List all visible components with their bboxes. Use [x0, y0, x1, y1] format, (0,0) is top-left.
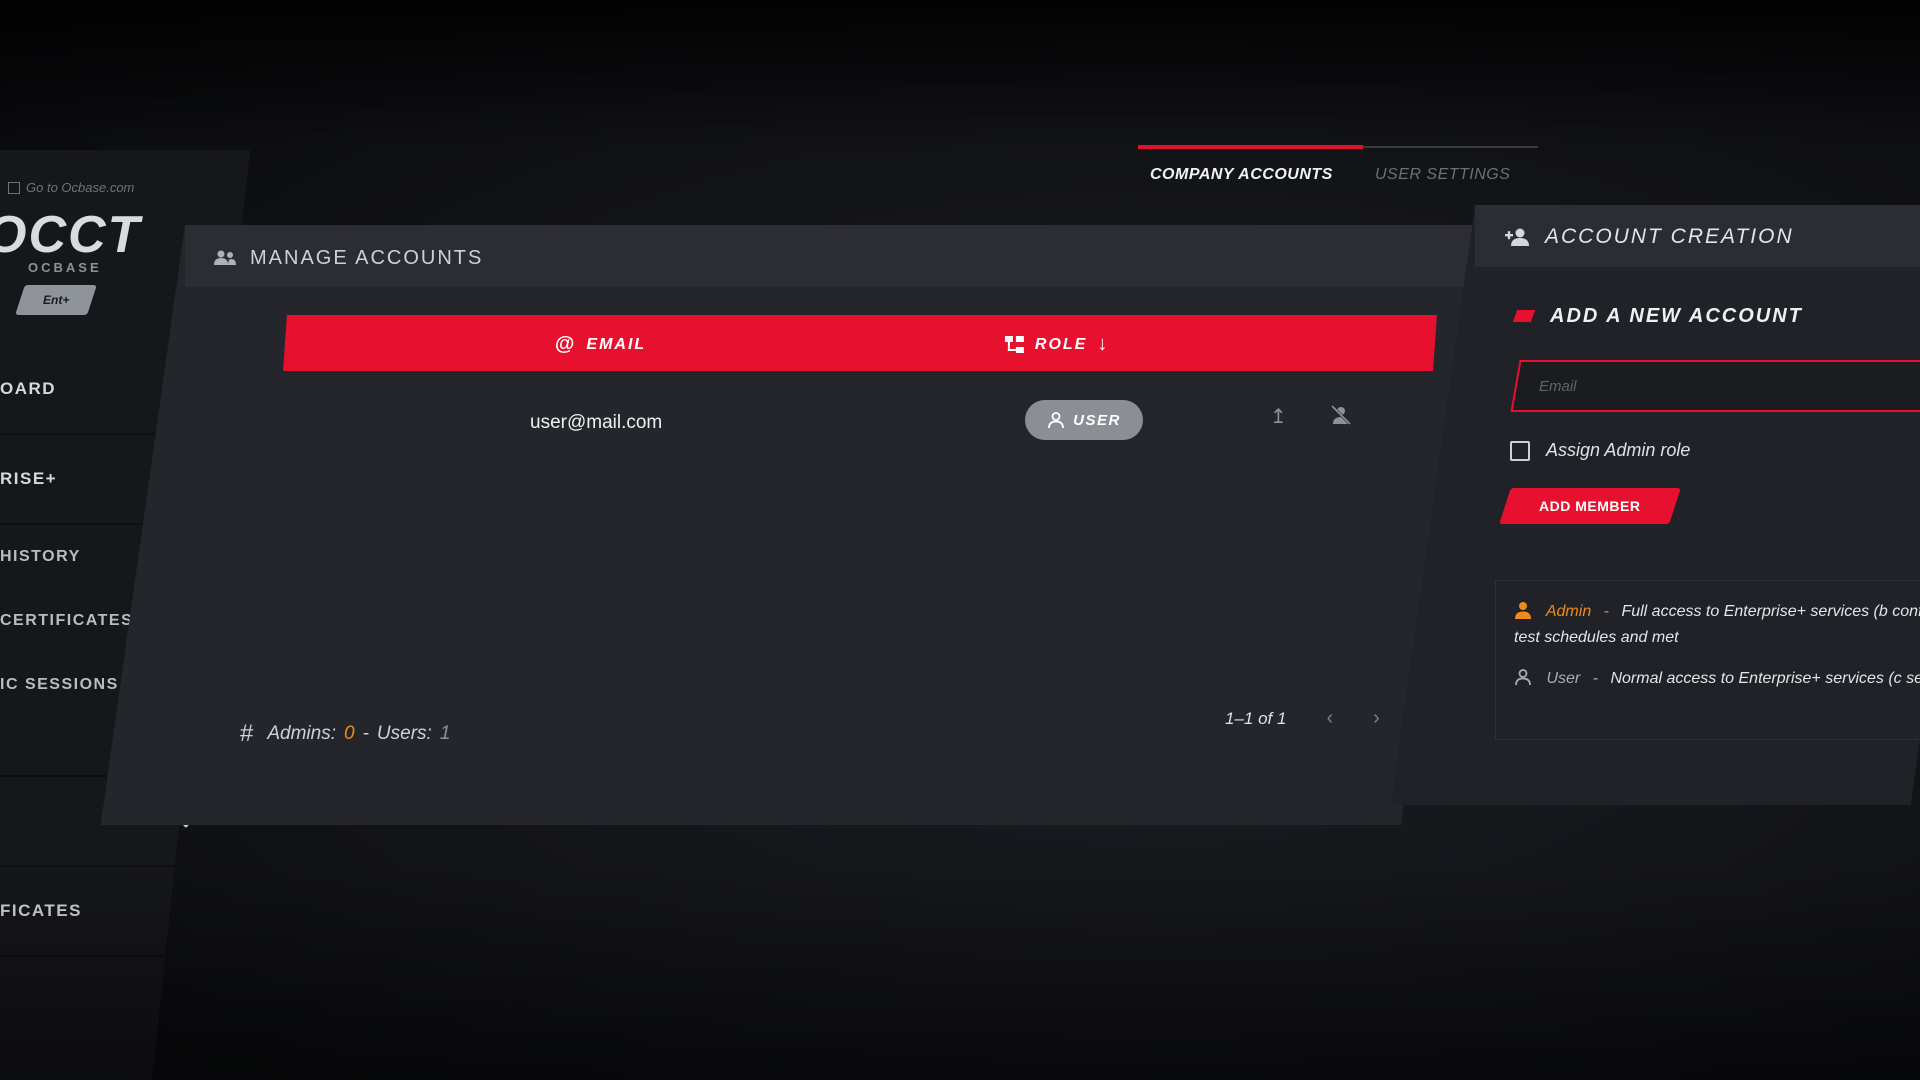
pagination: 1–1 of 1 ‹ ›	[1225, 707, 1380, 730]
section-marker	[1512, 310, 1536, 322]
count-separator: -	[362, 723, 369, 744]
edition-badge: Ent+	[15, 285, 97, 315]
arrow-up-icon[interactable]: ↥	[1270, 404, 1287, 429]
assign-admin-checkbox[interactable]	[1510, 440, 1530, 461]
remove-user-icon[interactable]	[1330, 404, 1352, 426]
arrow-down-icon: ↓	[1097, 333, 1110, 355]
assign-admin-label: Assign Admin role	[1546, 440, 1691, 460]
email-field[interactable]	[1517, 362, 1920, 410]
sidebar-item-label: RISE+	[0, 469, 58, 488]
legend-user-role: User	[1546, 670, 1581, 687]
assign-admin-row: Assign Admin role	[1510, 440, 1690, 461]
people-icon	[214, 250, 236, 265]
users-count: 1	[439, 723, 451, 744]
account-count: # Admins: 0 - Users: 1	[240, 720, 450, 748]
role-pill-label: USER	[1073, 411, 1121, 429]
account-creation-title: ACCOUNT CREATION	[1545, 225, 1794, 248]
logo-subtitle: OCBASE	[28, 260, 102, 275]
table-row: user@mail.com USER ↥	[285, 390, 1435, 450]
admin-user-icon	[1515, 602, 1531, 619]
admins-count: 0	[344, 723, 355, 744]
legend-admin-role: Admin	[1545, 603, 1592, 620]
users-label: Users:	[376, 723, 432, 744]
active-tab-indicator	[1138, 145, 1363, 149]
email-field-frame	[1510, 360, 1920, 412]
user-icon	[1048, 412, 1065, 429]
at-icon: @	[554, 333, 577, 355]
edition-badge-label: Ent+	[42, 293, 70, 307]
external-link-icon	[7, 181, 20, 194]
table-header: @ EMAIL ROLE ↓	[283, 315, 1437, 371]
tab-company-accounts[interactable]: COMPANY ACCOUNTS	[1150, 166, 1333, 184]
column-role-label: ROLE	[1034, 335, 1088, 353]
column-role[interactable]: ROLE ↓	[1004, 333, 1110, 356]
add-member-label: ADD MEMBER	[1539, 498, 1641, 514]
sidebar-item-label: CERTIFICATES	[0, 612, 134, 629]
tab-user-settings[interactable]: USER SETTINGS	[1375, 166, 1510, 184]
sidebar-item-certificates-2[interactable]: FICATES	[0, 867, 230, 957]
column-email[interactable]: @ EMAIL	[555, 333, 646, 356]
logo: OCCT	[0, 206, 142, 264]
account-creation-header: ACCOUNT CREATION	[1475, 205, 1920, 267]
hierarchy-icon	[1004, 335, 1024, 353]
legend-user: User - Normal access to Enterprise+ serv…	[1514, 666, 1920, 692]
admins-label: Admins:	[267, 723, 336, 744]
manage-accounts-header: MANAGE ACCOUNTS	[185, 225, 1485, 287]
sidebar-item-label: IC SESSIONS	[0, 676, 119, 693]
pagination-range: 1–1 of 1	[1225, 708, 1287, 728]
tab-bar: COMPANY ACCOUNTS USER SETTINGS	[1130, 138, 1550, 188]
sidebar-item-label: HISTORY	[0, 548, 81, 565]
chevron-right-icon[interactable]: ›	[1373, 707, 1380, 730]
add-member-button[interactable]: ADD MEMBER	[1499, 488, 1681, 524]
sidebar-item-label: OARD	[0, 379, 57, 398]
row-email: user@mail.com	[530, 412, 663, 433]
account-creation-panel: ACCOUNT CREATION ADD A NEW ACCOUNT Assig…	[1390, 205, 1920, 805]
legend-admin-sep: -	[1603, 603, 1609, 620]
chevron-left-icon[interactable]: ‹	[1326, 707, 1333, 730]
legend-user-desc: Normal access to Enterprise+ services (c…	[1610, 670, 1920, 687]
add-account-subtitle: ADD A NEW ACCOUNT	[1550, 305, 1803, 327]
column-email-label: EMAIL	[586, 335, 647, 353]
legend-admin: Admin - Full access to Enterprise+ servi…	[1514, 599, 1920, 651]
role-pill[interactable]: USER	[1025, 400, 1143, 440]
user-icon	[1515, 669, 1531, 686]
hash-icon: #	[240, 720, 254, 747]
role-legend: Admin - Full access to Enterprise+ servi…	[1495, 580, 1920, 740]
sidebar-item-label: FICATES	[0, 901, 82, 920]
tab-underline	[1138, 145, 1538, 149]
goto-ocbase-label: Go to Ocbase.com	[26, 180, 135, 195]
app-screen: Go to Ocbase.com OCCT OCBASE Ent+ OARD R…	[0, 0, 1920, 1080]
manage-accounts-title: MANAGE ACCOUNTS	[250, 247, 484, 269]
legend-user-sep: -	[1592, 670, 1599, 687]
goto-ocbase-link[interactable]: Go to Ocbase.com	[7, 180, 135, 195]
add-person-icon	[1505, 228, 1529, 246]
manage-accounts-panel: MANAGE ACCOUNTS @ EMAIL ROLE ↓ user@mail…	[100, 225, 1485, 825]
